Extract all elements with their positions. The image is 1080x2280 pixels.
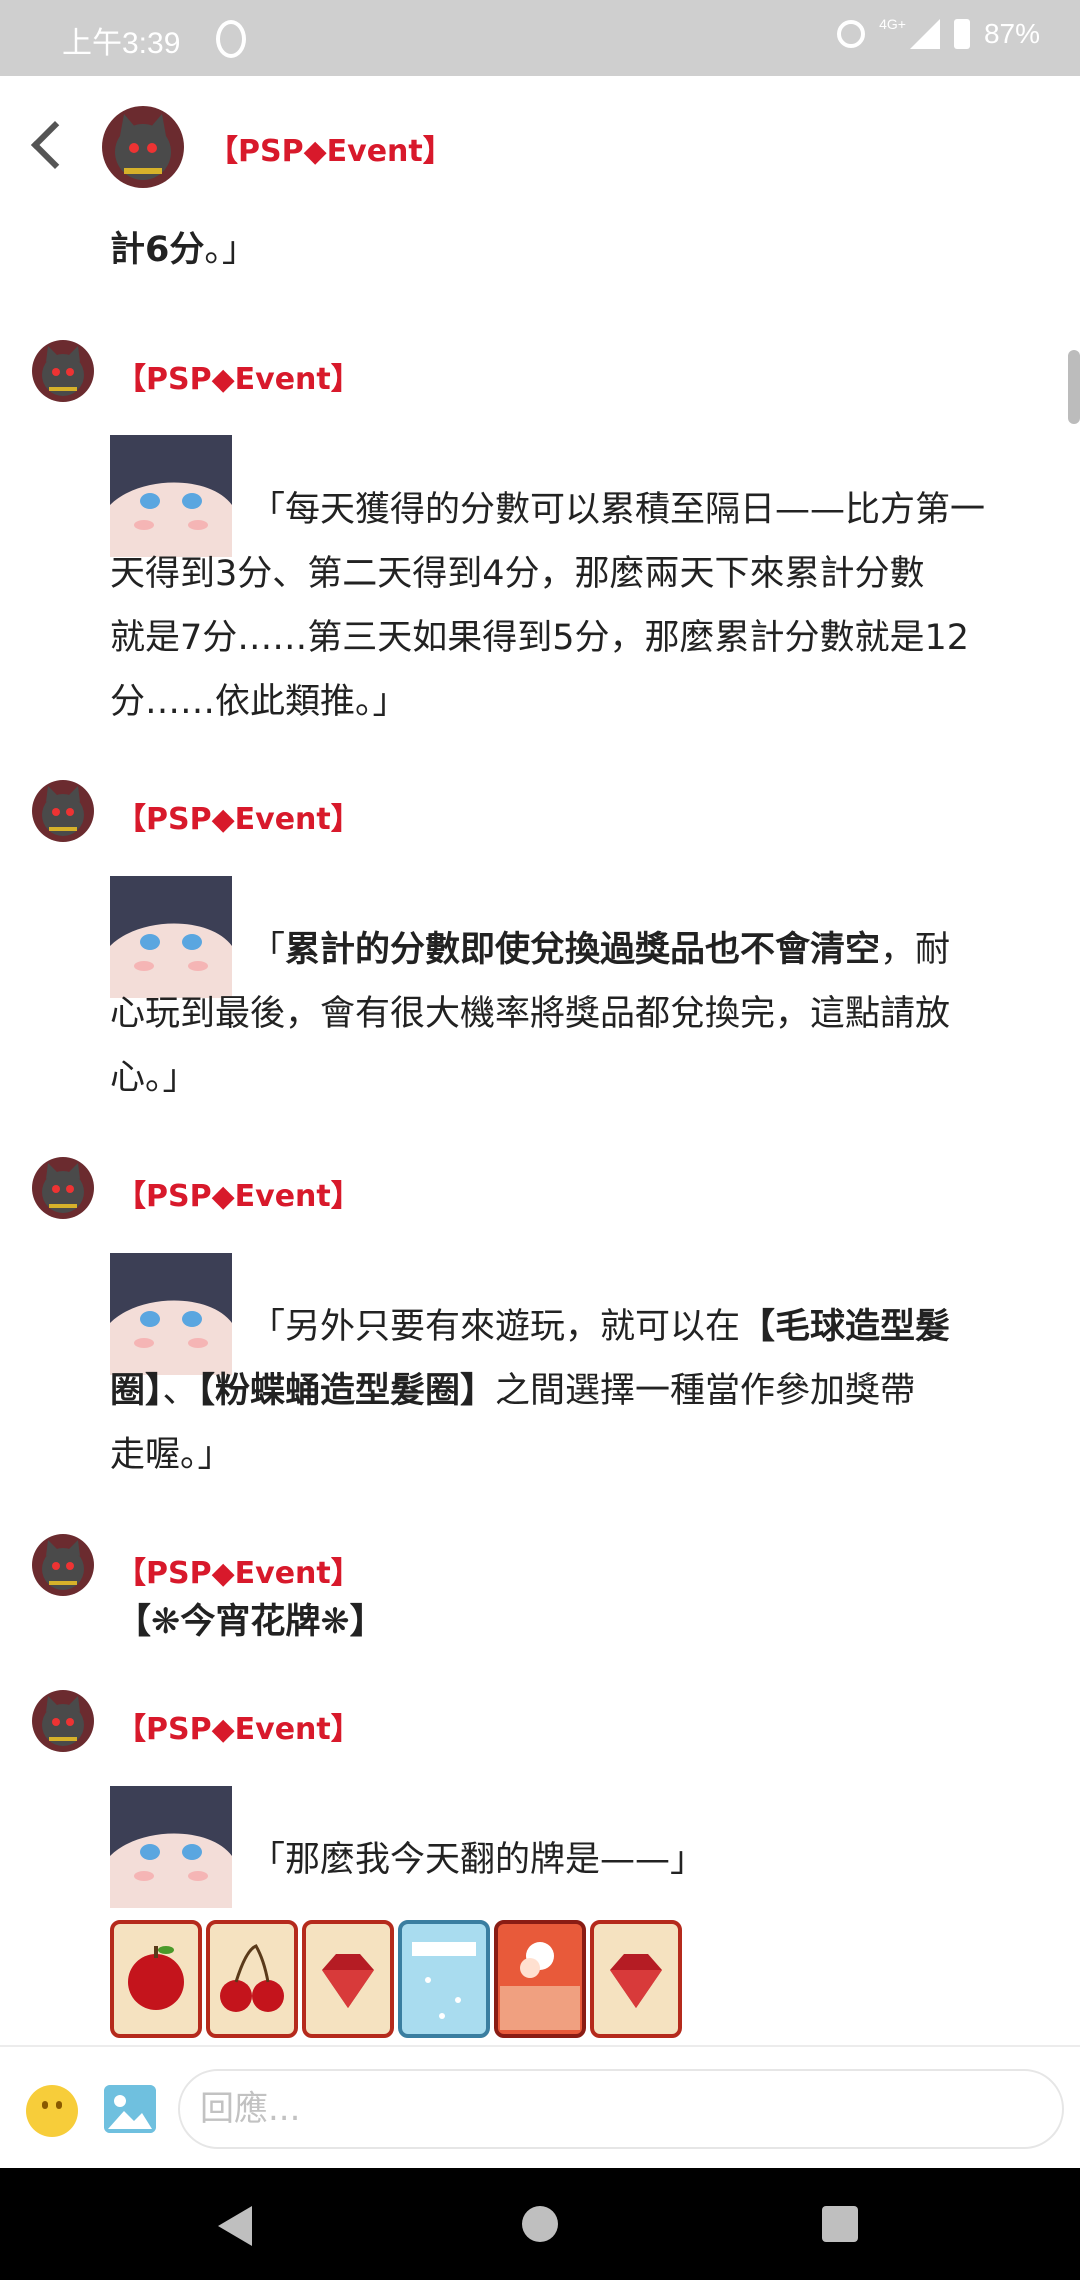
chat-header: 【PSP◆Event】 bbox=[0, 76, 1080, 222]
gem-card-icon bbox=[590, 1920, 682, 2038]
nav-back-icon[interactable] bbox=[218, 2206, 252, 2246]
status-time: 上午3:39 bbox=[62, 27, 181, 60]
message-text: 「每天獲得的分數可以累積至隔日——比方第一 天得到3分、第二天得到4分，那麼兩天… bbox=[110, 490, 986, 722]
chat-title: 【PSP◆Event】 bbox=[208, 134, 453, 169]
character-portrait bbox=[110, 1786, 232, 1908]
ice-card-icon bbox=[398, 1920, 490, 2038]
message-text: 「另外只要有來遊玩，就可以在【毛球造型髮 圈】、【粉蝶蛹造型髮圈】之間選擇一種當… bbox=[110, 1307, 951, 1475]
sender-name[interactable]: 【PSP◆Event】 bbox=[116, 1548, 361, 1592]
sender-name[interactable]: 【PSP◆Event】 bbox=[116, 354, 361, 398]
nav-recent-icon[interactable] bbox=[822, 2206, 858, 2242]
network-type: 4G+ bbox=[879, 16, 906, 32]
reply-input[interactable]: 回應... bbox=[178, 2069, 1064, 2149]
scrollbar[interactable] bbox=[1068, 350, 1080, 424]
message-text: 「累計的分數即使兌換過獎品也不會清空，耐 心玩到最後，會有很大機率將獎品都兌換完… bbox=[110, 930, 951, 1098]
sender-name[interactable]: 【PSP◆Event】 bbox=[116, 794, 361, 838]
battery-level: 87% bbox=[983, 18, 1040, 49]
nav-home-icon[interactable] bbox=[522, 2206, 558, 2242]
back-arrow-icon[interactable] bbox=[30, 120, 80, 170]
avatar[interactable] bbox=[32, 1690, 94, 1752]
chat-area[interactable]: 計6分。」 【PSP◆Event】 「每天獲得的分數可以累積至隔日——比方第一 … bbox=[0, 222, 1080, 2045]
battery-icon bbox=[953, 19, 970, 49]
sender-name[interactable]: 【PSP◆Event】 bbox=[116, 1704, 361, 1748]
reply-bar: 回應... bbox=[0, 2045, 1080, 2170]
sync-icon bbox=[216, 20, 246, 58]
gem-card-icon bbox=[302, 1920, 394, 2038]
navigation-bar bbox=[0, 2168, 1080, 2280]
sender-name[interactable]: 【PSP◆Event】 bbox=[116, 1171, 361, 1215]
status-bar: 上午3:39 4G+ 87% bbox=[0, 0, 1080, 76]
avatar[interactable] bbox=[102, 106, 184, 188]
avatar[interactable] bbox=[32, 1534, 94, 1596]
avatar[interactable] bbox=[32, 780, 94, 842]
image-icon[interactable] bbox=[104, 2085, 156, 2133]
fire-card-icon bbox=[494, 1920, 586, 2038]
avatar[interactable] bbox=[32, 340, 94, 402]
card-row bbox=[110, 1920, 682, 2038]
cherry-card-icon bbox=[206, 1920, 298, 2038]
message-text: 計6分。」 bbox=[110, 230, 257, 270]
apple-card-icon bbox=[110, 1920, 202, 2038]
alarm-icon bbox=[837, 20, 866, 48]
avatar[interactable] bbox=[32, 1157, 94, 1219]
status-right: 4G+ 87% bbox=[837, 16, 1040, 50]
message-text: 【❋今宵花牌❋】 bbox=[116, 1602, 385, 1642]
emoji-icon[interactable] bbox=[26, 2085, 78, 2137]
message-text: 「那麼我今天翻的牌是——」 bbox=[250, 1840, 706, 1880]
signal-icon bbox=[909, 19, 940, 49]
